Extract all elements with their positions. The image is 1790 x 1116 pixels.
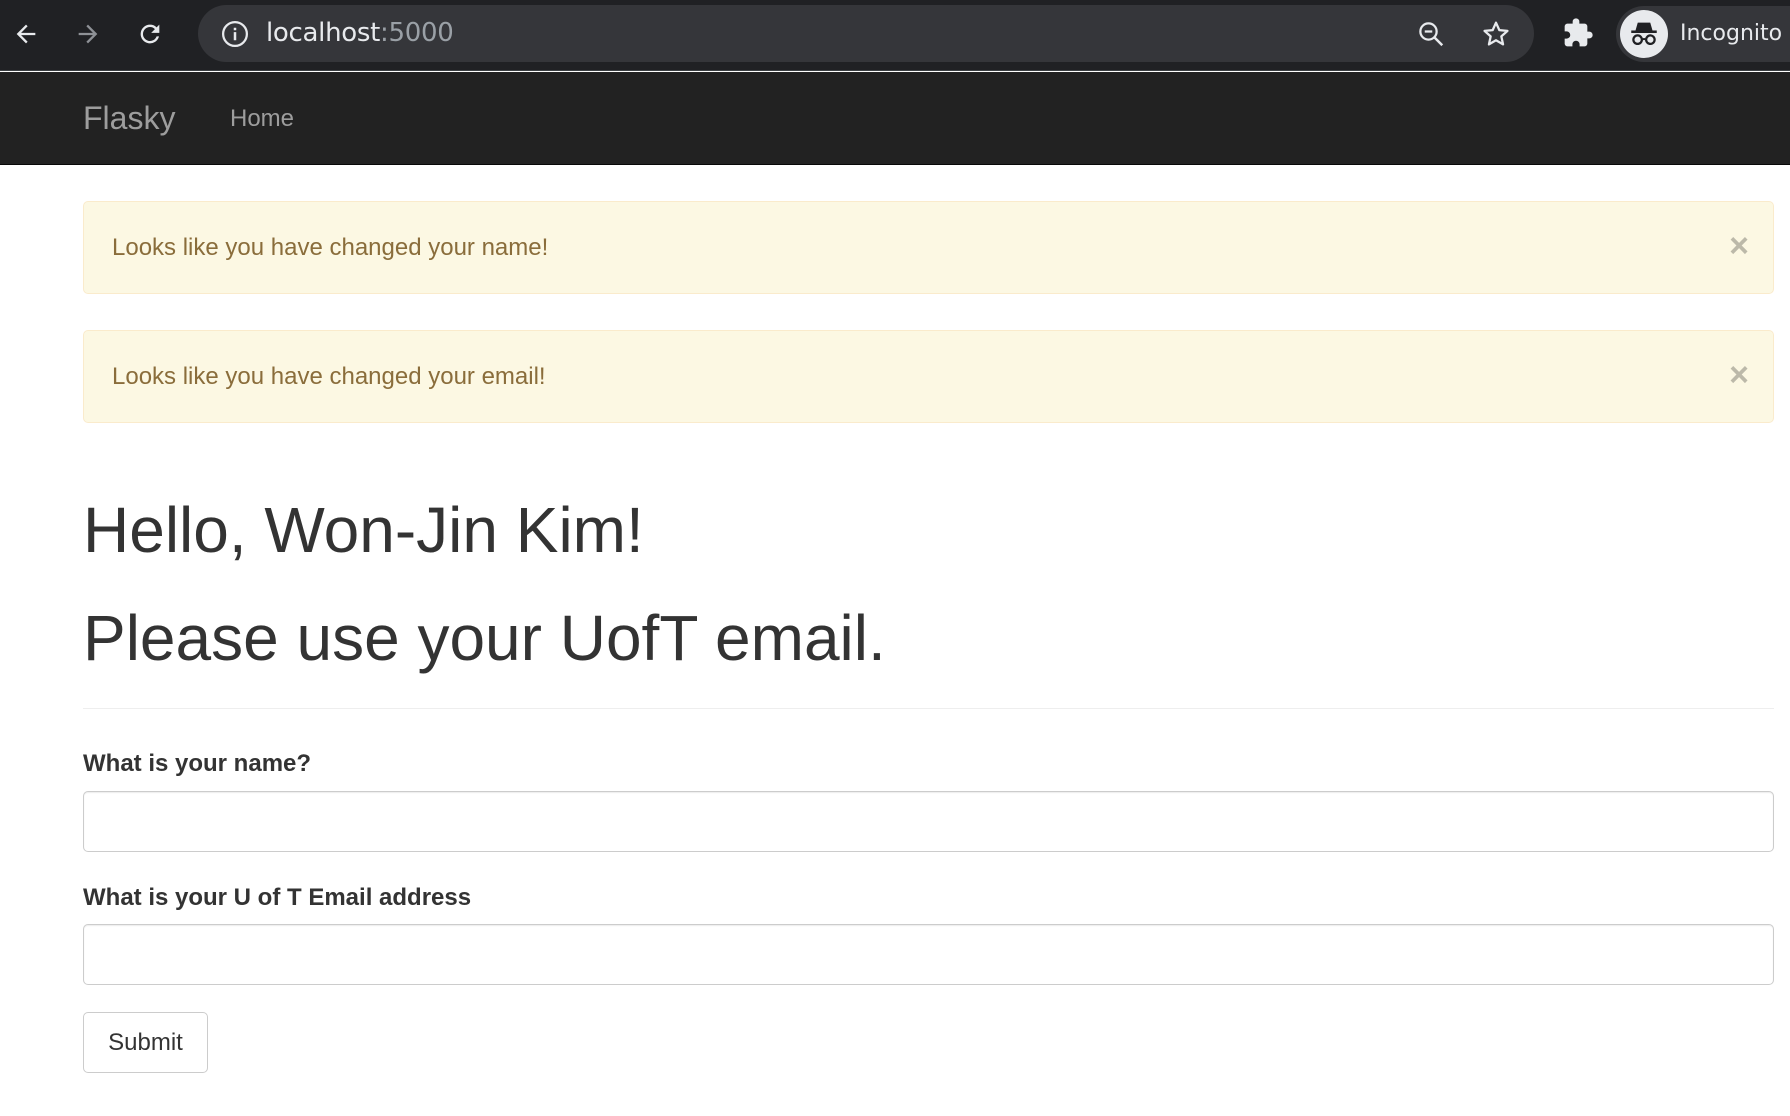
incognito-avatar (1620, 10, 1668, 58)
alert-message: Looks like you have changed your email! (112, 363, 546, 390)
bookmark-star-icon[interactable] (1480, 18, 1512, 50)
address-bar[interactable]: localhost:5000 (198, 5, 1534, 62)
url-text: localhost:5000 (266, 18, 454, 48)
header-divider (83, 708, 1774, 709)
page-greeting: Hello, Won-Jin Kim! (83, 494, 644, 566)
page-subtitle: Please use your UofT email. (83, 602, 886, 674)
incognito-icon (1631, 22, 1657, 46)
email-input[interactable] (83, 924, 1774, 985)
browser-toolbar: localhost:5000 Incognito (0, 0, 1790, 71)
profile-button[interactable]: Incognito (1616, 6, 1790, 62)
nav-link-home[interactable]: Home (230, 105, 294, 133)
profile-label: Incognito (1680, 21, 1783, 46)
url-host: localhost (266, 18, 381, 48)
alert-message: Looks like you have changed your name! (112, 234, 549, 261)
reload-icon (140, 24, 160, 44)
alert-close-button[interactable]: × (1729, 357, 1749, 393)
forward-button[interactable] (68, 14, 108, 54)
zoom-out-icon[interactable] (1416, 19, 1446, 49)
name-field-label: What is your name? (83, 750, 312, 777)
navbar-brand[interactable]: Flasky (83, 100, 175, 136)
flash-alert: Looks like you have changed your email! … (83, 330, 1774, 423)
back-button[interactable] (6, 14, 46, 54)
flash-alert: Looks like you have changed your name! × (83, 201, 1774, 294)
reload-button[interactable] (130, 14, 170, 54)
back-arrow-icon (16, 24, 36, 44)
site-navbar: Flasky Home (0, 72, 1790, 165)
name-input[interactable] (83, 791, 1774, 852)
submit-button[interactable]: Submit (83, 1012, 208, 1073)
alert-close-button[interactable]: × (1729, 228, 1749, 264)
site-info-icon[interactable] (220, 19, 250, 49)
url-port: :5000 (380, 18, 454, 48)
extensions-puzzle-icon[interactable] (1562, 17, 1594, 49)
forward-arrow-icon (78, 24, 98, 44)
email-field-label: What is your U of T Email address (83, 884, 472, 911)
